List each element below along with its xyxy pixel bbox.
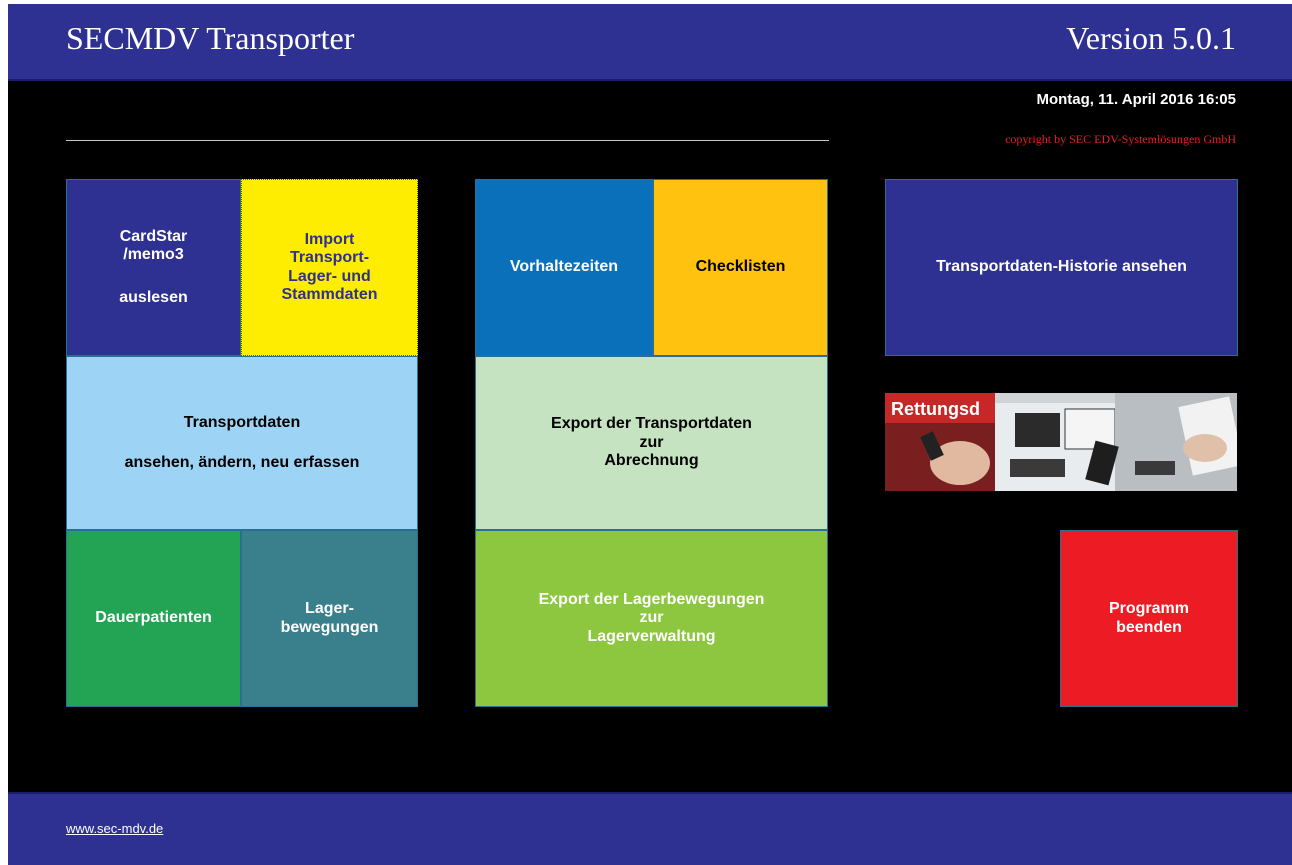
export-lager-label-1: Export der Lagerbewegungen [538, 590, 765, 608]
dauerpatienten-label: Dauerpatienten [95, 609, 212, 627]
exit-program-button[interactable]: Programm beenden [1060, 530, 1238, 707]
import-button[interactable]: Import Transport- Lager- und Stammdaten [241, 179, 418, 356]
import-label-1: Import [304, 230, 355, 248]
import-label-4: Stammdaten [281, 285, 378, 303]
datetime-label: Montag, 11. April 2016 16:05 [1036, 91, 1236, 108]
banner-photo-image: Rettungsd [885, 393, 1237, 491]
dauerpatienten-button[interactable]: Dauerpatienten [66, 530, 241, 707]
separator-line [66, 140, 829, 141]
transportdaten-historie-button[interactable]: Transportdaten-Historie ansehen [885, 179, 1238, 356]
rescue-photo-banner: Rettungsd [885, 393, 1237, 491]
cardstar-label-3: auslesen [119, 288, 188, 306]
vorhaltezeiten-label: Vorhaltezeiten [509, 258, 619, 276]
banner-text: Rettungsd [891, 399, 980, 419]
copyright-label: copyright by SEC EDV-Systemlösungen GmbH [1005, 132, 1236, 146]
transportdaten-label-2: ansehen, ändern, neu erfassen [124, 454, 360, 471]
export-transport-label-3: Abrechnung [604, 452, 699, 470]
lagerbewegungen-button[interactable]: Lager- bewegungen [241, 530, 418, 707]
footer-bar: www.sec-mdv.de [8, 792, 1292, 865]
cardstar-label-2: /memo3 [123, 246, 184, 264]
import-label-2: Transport- [289, 249, 370, 267]
export-lager-label-3: Lagerverwaltung [587, 627, 716, 645]
main-window: SECMDV Transporter Version 5.0.1 Montag,… [8, 4, 1292, 865]
lagerbewegungen-label-2: bewegungen [280, 618, 379, 636]
checklisten-label: Checklisten [695, 258, 786, 276]
exit-label-2: beenden [1116, 618, 1182, 636]
transportdaten-button[interactable]: Transportdaten ansehen, ändern, neu erfa… [66, 356, 418, 530]
transportdaten-label-1: Transportdaten [183, 413, 301, 431]
website-link[interactable]: www.sec-mdv.de [66, 821, 163, 836]
app-title: SECMDV Transporter [66, 20, 355, 56]
lagerbewegungen-label-1: Lager- [305, 600, 354, 618]
cardstar-label-1: CardStar [119, 227, 188, 245]
historie-label: Transportdaten-Historie ansehen [936, 258, 1187, 276]
exit-label-1: Programm [1108, 600, 1190, 618]
vorhaltezeiten-button[interactable]: Vorhaltezeiten [475, 179, 653, 356]
checklisten-button[interactable]: Checklisten [653, 179, 828, 356]
version-label: Version 5.0.1 [1066, 20, 1236, 56]
export-transportdaten-button[interactable]: Export der Transportdaten zur Abrechnung [475, 356, 828, 530]
title-bar: SECMDV Transporter Version 5.0.1 [8, 4, 1292, 81]
export-transport-label-1: Export der Transportdaten [551, 415, 752, 433]
export-lagerbewegungen-button[interactable]: Export der Lagerbewegungen zur Lagerverw… [475, 530, 828, 707]
cardstar-read-button[interactable]: CardStar /memo3 auslesen [66, 179, 241, 356]
export-transport-label-2: zur [639, 433, 664, 451]
import-label-3: Lager- und [288, 267, 371, 285]
export-lager-label-2: zur [639, 609, 664, 627]
